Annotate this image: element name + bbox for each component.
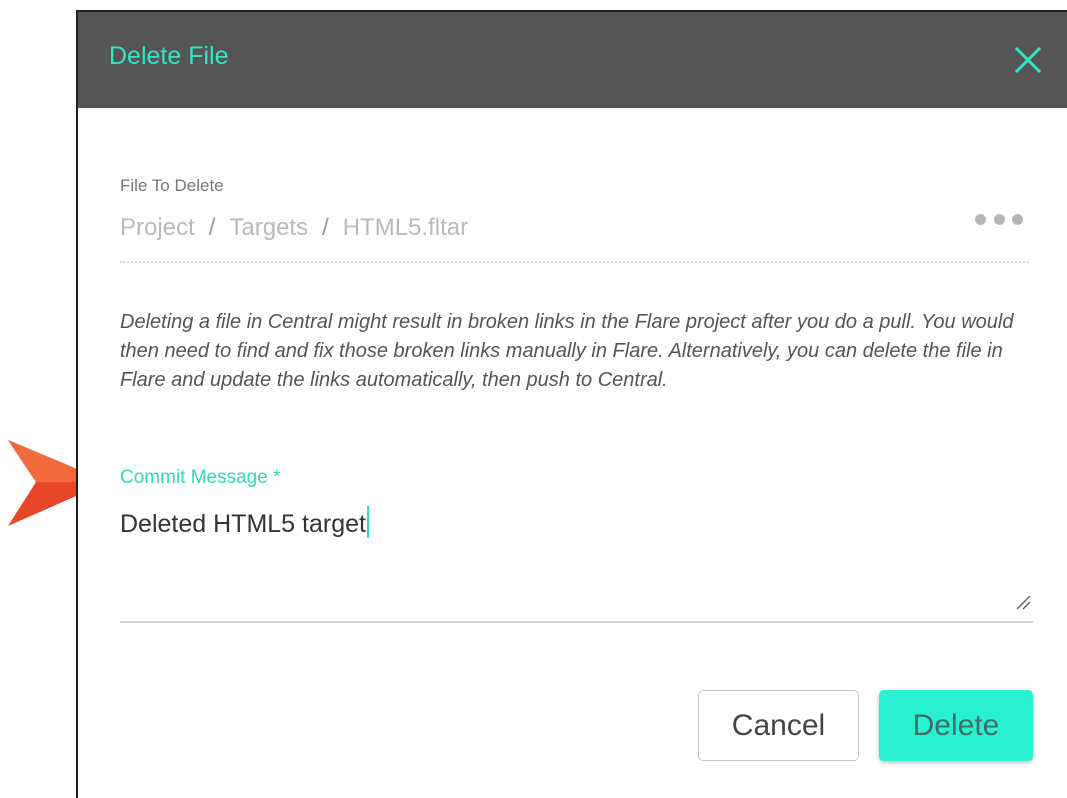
commit-message-input[interactable]: Deleted HTML5 target [120,506,1025,606]
more-options-button[interactable] [975,206,1023,232]
breadcrumb: Project / Targets / HTML5.fltar [120,214,468,242]
resize-handle-icon[interactable] [1015,594,1031,610]
cancel-button[interactable]: Cancel [698,690,859,761]
dialog-header: Delete File [78,12,1067,108]
commit-message-value: Deleted HTML5 target [120,510,366,538]
warning-text: Deleting a file in Central might result … [120,311,1014,391]
input-underline [120,621,1033,623]
more-horizontal-icon-dot [993,213,1005,225]
breadcrumb-separator: / [208,214,216,241]
dialog-title: Delete File [109,42,229,70]
divider [120,261,1029,263]
breadcrumb-item-file: HTML5.fltar [342,214,469,241]
more-horizontal-icon-dot [1012,213,1023,225]
breadcrumb-item-project: Project [120,214,195,241]
breadcrumb-separator: / [322,214,329,241]
delete-file-dialog: Delete File File To Delete Project / Tar… [76,10,1067,798]
breadcrumb-item-targets: Targets [229,214,309,241]
delete-button[interactable]: Delete [879,690,1033,761]
file-to-delete-label: File To Delete [120,176,224,195]
more-horizontal-icon-dot [975,213,986,225]
commit-message-label: Commit Message * [120,467,281,488]
text-cursor [366,506,369,538]
close-icon[interactable] [1013,45,1043,75]
